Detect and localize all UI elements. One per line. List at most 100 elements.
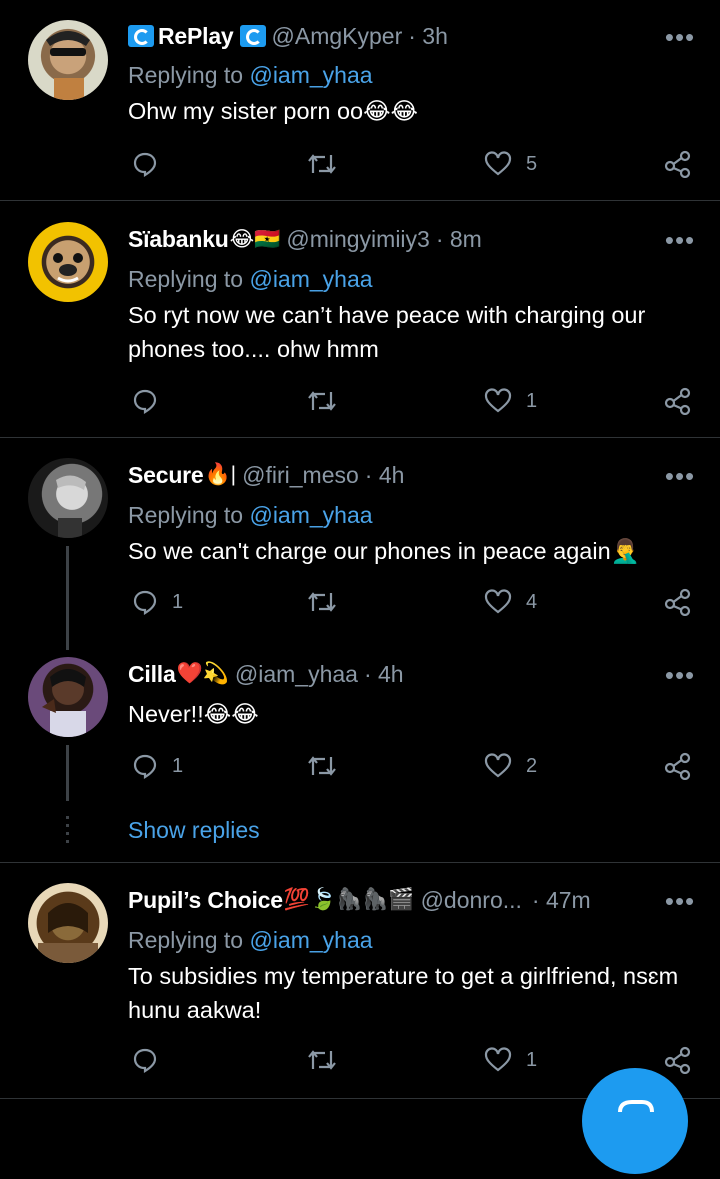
share-button[interactable] — [664, 147, 692, 181]
avatar[interactable] — [28, 458, 108, 538]
replying-to: Replying to @iam_yhaa — [128, 266, 373, 292]
name-emoji: 😂🇬🇭 — [229, 227, 281, 251]
timestamp: · 8m — [435, 225, 482, 252]
more-options-icon[interactable]: ••• — [660, 662, 700, 694]
tweet-actions: 1 — [128, 384, 698, 418]
handle[interactable]: @AmgKyper — [272, 23, 403, 50]
name-emoji: 🔥| — [204, 463, 237, 486]
retweet-button[interactable] — [306, 749, 338, 783]
timestamp: · 47m — [531, 886, 591, 913]
retweet-button[interactable] — [306, 1043, 338, 1077]
tweet-text: Ohw my sister porn oo😂😂 — [128, 98, 418, 124]
reply-button[interactable] — [132, 1043, 172, 1077]
thread-line — [66, 745, 69, 801]
tweet-header: Cilla ❤️💫 @iam_yhaa · 4h — [128, 656, 404, 692]
name-emoji: 💯🍃🦍🦍🎬 — [283, 888, 415, 911]
retweet-icon — [308, 391, 336, 411]
thread-line — [66, 546, 69, 650]
like-button[interactable]: 1 — [484, 384, 537, 418]
like-count: 2 — [526, 754, 538, 777]
timestamp: · 4h — [364, 461, 405, 488]
reply-button[interactable] — [132, 147, 172, 181]
like-button[interactable]: 4 — [484, 585, 537, 619]
display-name[interactable]: RePlay — [158, 23, 234, 50]
like-button[interactable]: 5 — [484, 147, 537, 181]
handle[interactable]: @mingyimiiy3 — [286, 226, 429, 253]
tweet-header: Sïabanku 😂🇬🇭 @mingyimiiy3 · 8m — [128, 221, 482, 257]
divider — [0, 437, 720, 438]
share-button[interactable] — [664, 585, 692, 619]
more-options-icon[interactable]: ••• — [660, 463, 700, 495]
share-button[interactable] — [664, 749, 692, 783]
replying-to: Replying to @iam_yhaa — [128, 62, 373, 88]
more-options-icon[interactable]: ••• — [660, 24, 700, 56]
avatar[interactable] — [28, 20, 108, 100]
divider — [0, 200, 720, 201]
reply-icon — [133, 1048, 157, 1073]
reply-icon — [133, 754, 157, 779]
reply-button[interactable] — [132, 384, 172, 418]
reply-button[interactable]: 1 — [132, 585, 183, 619]
timestamp: · 3h — [408, 22, 448, 49]
like-count: 1 — [526, 1048, 538, 1071]
display-name[interactable]: Secure — [128, 462, 204, 489]
display-name[interactable]: Cilla — [128, 661, 176, 688]
retweet-icon — [308, 154, 336, 174]
replying-to: Replying to @iam_yhaa — [128, 502, 373, 528]
heart-icon — [484, 1047, 512, 1072]
display-name[interactable]: Pupil’s Choice — [128, 887, 283, 914]
tweet-actions: 5 — [128, 147, 698, 181]
reply-count: 1 — [172, 754, 184, 777]
avatar[interactable] — [28, 883, 108, 963]
mention-link[interactable]: @iam_yhaa — [249, 927, 372, 953]
retweet-badge-icon — [128, 25, 154, 47]
avatar[interactable] — [28, 222, 108, 302]
mention-link[interactable]: @iam_yhaa — [249, 266, 372, 292]
retweet-button[interactable] — [306, 147, 338, 181]
more-options-icon[interactable]: ••• — [660, 888, 700, 920]
tweet-text: Never!!😂😂 — [128, 701, 259, 727]
tweet-header: Pupil’s Choice 💯🍃🦍🦍🎬 @donro... · 47m — [128, 882, 591, 918]
show-replies-link[interactable]: Show replies — [128, 817, 260, 844]
retweet-icon — [308, 1050, 336, 1070]
timestamp: · 4h — [363, 660, 404, 687]
retweet-icon — [308, 756, 336, 776]
handle[interactable]: @firi_meso — [242, 462, 359, 489]
handle[interactable]: @iam_yhaa — [235, 661, 358, 688]
display-name[interactable]: Sïabanku — [128, 226, 229, 253]
avatar[interactable] — [28, 657, 108, 737]
tweet-actions: 1 4 — [128, 585, 698, 619]
retweet-icon — [308, 592, 336, 612]
like-count: 5 — [526, 152, 538, 175]
tweet-header: RePlay @AmgKyper · 3h — [128, 18, 448, 54]
heart-icon — [484, 388, 512, 413]
like-count: 4 — [526, 590, 538, 613]
like-button[interactable]: 2 — [484, 749, 537, 783]
tweet-header: Secure 🔥| @firi_meso · 4h — [128, 457, 404, 493]
like-button[interactable]: 1 — [484, 1043, 537, 1077]
more-options-icon[interactable]: ••• — [660, 227, 700, 259]
reply-count: 1 — [172, 590, 184, 613]
share-icon — [664, 588, 691, 616]
retweet-button[interactable] — [306, 384, 338, 418]
handle[interactable]: @donro... — [421, 887, 522, 914]
share-icon — [664, 150, 691, 178]
thread-dots — [66, 816, 69, 848]
share-icon — [664, 752, 691, 780]
like-count: 1 — [526, 389, 538, 412]
tweet-text: So ryt now we can’t have peace with char… — [128, 302, 646, 362]
heart-icon — [484, 151, 512, 176]
retweet-button[interactable] — [306, 585, 338, 619]
share-icon — [664, 387, 691, 415]
share-button[interactable] — [664, 384, 692, 418]
compose-tweet-button[interactable] — [582, 1068, 688, 1174]
reply-icon — [133, 590, 157, 615]
mention-link[interactable]: @iam_yhaa — [249, 62, 372, 88]
tweet-actions: 1 2 — [128, 749, 698, 783]
reply-icon — [133, 152, 157, 177]
retweet-badge-icon — [239, 25, 266, 47]
reply-icon — [133, 389, 157, 414]
mention-link[interactable]: @iam_yhaa — [249, 502, 372, 528]
compose-icon — [618, 1100, 654, 1113]
reply-button[interactable]: 1 — [132, 749, 183, 783]
